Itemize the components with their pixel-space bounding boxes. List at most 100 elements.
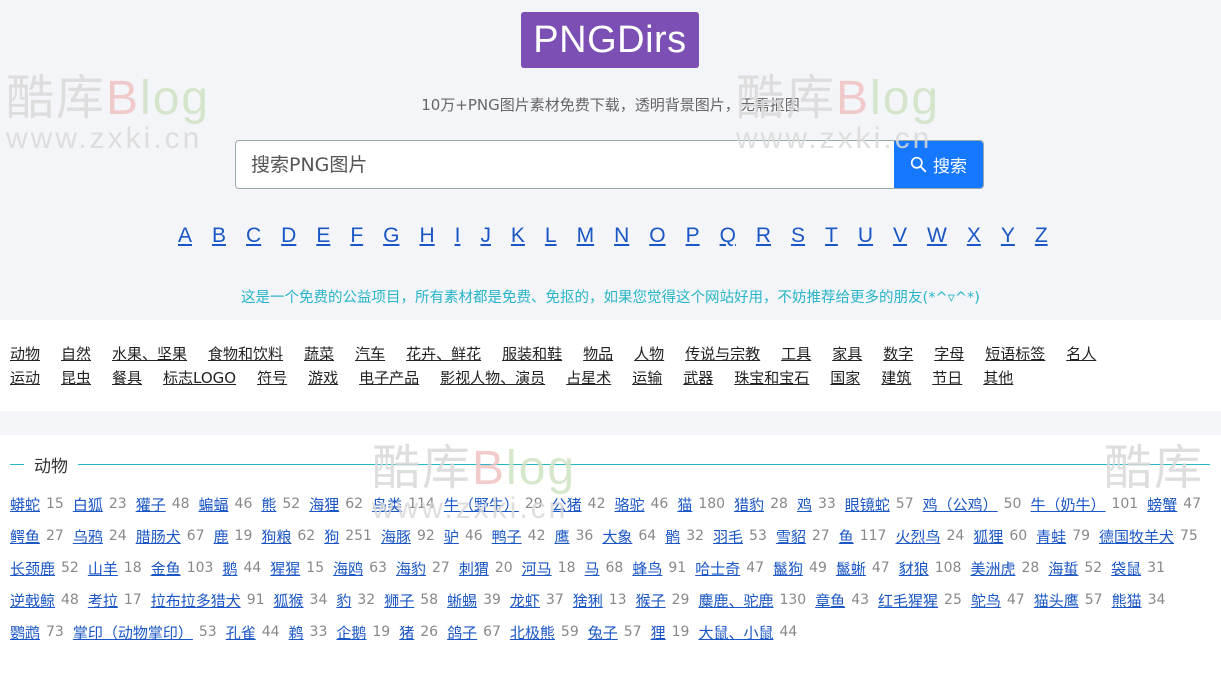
item-link[interactable]: 鸵鸟	[971, 590, 1001, 611]
letter-link-w[interactable]: W	[927, 224, 947, 248]
item-link[interactable]: 蟒蛇	[10, 494, 40, 515]
item-link[interactable]: 猫头鹰	[1034, 590, 1079, 611]
item-link[interactable]: 长颈鹿	[10, 558, 55, 579]
item-link[interactable]: 美洲虎	[970, 558, 1015, 579]
category-link[interactable]: 武器	[683, 366, 713, 390]
letter-link-m[interactable]: M	[577, 224, 595, 248]
item-link[interactable]: 海豹	[396, 558, 426, 579]
item-link[interactable]: 鸽子	[447, 622, 477, 643]
item-link[interactable]: 鸟类	[372, 494, 402, 515]
category-link[interactable]: 传说与宗教	[685, 342, 760, 366]
letter-link-j[interactable]: J	[480, 224, 491, 248]
item-link[interactable]: 海蜇	[1048, 558, 1078, 579]
category-link[interactable]: 电子产品	[359, 366, 419, 390]
item-link[interactable]: 河马	[522, 558, 552, 579]
category-link[interactable]: 汽车	[355, 342, 385, 366]
item-link[interactable]: 大象	[602, 526, 632, 547]
letter-link-b[interactable]: B	[212, 224, 226, 248]
item-link[interactable]: 龙虾	[510, 590, 540, 611]
item-link[interactable]: 拉布拉多猎犬	[151, 590, 241, 611]
item-link[interactable]: 驴	[444, 526, 459, 547]
item-link[interactable]: 豹	[336, 590, 351, 611]
letter-link-a[interactable]: A	[178, 224, 192, 248]
category-link[interactable]: 蔬菜	[304, 342, 334, 366]
item-link[interactable]: 獾子	[136, 494, 166, 515]
item-link[interactable]: 鹦鹉	[10, 622, 40, 643]
category-link[interactable]: 运动	[10, 366, 40, 390]
letter-link-t[interactable]: T	[825, 224, 838, 248]
item-link[interactable]: 猴子	[636, 590, 666, 611]
letter-link-h[interactable]: H	[419, 224, 434, 248]
item-link[interactable]: 考拉	[88, 590, 118, 611]
item-link[interactable]: 马	[585, 558, 600, 579]
item-link[interactable]: 猎豹	[734, 494, 764, 515]
item-link[interactable]: 狗	[324, 526, 339, 547]
item-link[interactable]: 骆驼	[615, 494, 645, 515]
letter-link-i[interactable]: I	[455, 224, 461, 248]
item-link[interactable]: 猪	[399, 622, 414, 643]
letter-link-y[interactable]: Y	[1001, 224, 1015, 248]
item-link[interactable]: 鸡	[797, 494, 812, 515]
search-input[interactable]	[236, 141, 894, 188]
letter-link-u[interactable]: U	[858, 224, 873, 248]
letter-link-n[interactable]: N	[614, 224, 629, 248]
letter-link-k[interactable]: K	[511, 224, 525, 248]
item-link[interactable]: 麋鹿、驼鹿	[698, 590, 773, 611]
item-link[interactable]: 火烈鸟	[895, 526, 940, 547]
item-link[interactable]: 大鼠、小鼠	[698, 622, 773, 643]
item-link[interactable]: 熊猫	[1112, 590, 1142, 611]
item-link[interactable]: 白狐	[73, 494, 103, 515]
category-link[interactable]: 餐具	[112, 366, 142, 390]
category-link[interactable]: 名人	[1066, 342, 1096, 366]
category-link[interactable]: 家具	[832, 342, 862, 366]
category-link[interactable]: 珠宝和宝石	[734, 366, 809, 390]
category-link[interactable]: 影视人物、演员	[440, 366, 545, 390]
item-link[interactable]: 哈士奇	[695, 558, 740, 579]
category-link[interactable]: 水果、坚果	[112, 342, 187, 366]
category-link[interactable]: 标志LOGO	[163, 366, 236, 390]
item-link[interactable]: 海狸	[309, 494, 339, 515]
item-link[interactable]: 海豚	[381, 526, 411, 547]
item-link[interactable]: 山羊	[88, 558, 118, 579]
category-link[interactable]: 服装和鞋	[502, 342, 562, 366]
item-link[interactable]: 狗粮	[261, 526, 291, 547]
item-link[interactable]: 狮子	[384, 590, 414, 611]
letter-link-q[interactable]: Q	[720, 224, 736, 248]
item-link[interactable]: 狸	[651, 622, 666, 643]
item-link[interactable]: 德国牧羊犬	[1099, 526, 1174, 547]
item-link[interactable]: 蜥蜴	[447, 590, 477, 611]
item-link[interactable]: 金鱼	[151, 558, 181, 579]
category-link[interactable]: 短语标签	[985, 342, 1045, 366]
letter-link-g[interactable]: G	[383, 224, 399, 248]
item-link[interactable]: 鹘	[665, 526, 680, 547]
item-link[interactable]: 猩猩	[270, 558, 300, 579]
letter-link-v[interactable]: V	[893, 224, 907, 248]
item-link[interactable]: 鹅	[222, 558, 237, 579]
letter-link-x[interactable]: X	[967, 224, 981, 248]
item-link[interactable]: 雪貂	[776, 526, 806, 547]
item-link[interactable]: 公猪	[552, 494, 582, 515]
item-link[interactable]: 狐狸	[973, 526, 1003, 547]
item-link[interactable]: 鹿	[214, 526, 229, 547]
category-link[interactable]: 其他	[983, 366, 1013, 390]
item-link[interactable]: 鸡（公鸡）	[923, 494, 998, 515]
item-link[interactable]: 鳄鱼	[10, 526, 40, 547]
item-link[interactable]: 羽毛	[713, 526, 743, 547]
item-link[interactable]: 企鹅	[336, 622, 366, 643]
item-link[interactable]: 掌印（动物掌印）	[73, 622, 193, 643]
item-link[interactable]: 北极熊	[510, 622, 555, 643]
item-link[interactable]: 袋鼠	[1111, 558, 1141, 579]
category-link[interactable]: 物品	[583, 342, 613, 366]
letter-link-z[interactable]: Z	[1035, 224, 1048, 248]
letter-link-f[interactable]: F	[350, 224, 363, 248]
letter-link-c[interactable]: C	[246, 224, 261, 248]
category-link[interactable]: 花卉、鲜花	[406, 342, 481, 366]
item-link[interactable]: 鸭子	[492, 526, 522, 547]
letter-link-e[interactable]: E	[316, 224, 330, 248]
item-link[interactable]: 鬣狗	[773, 558, 803, 579]
category-link[interactable]: 数字	[883, 342, 913, 366]
item-link[interactable]: 鱼	[839, 526, 854, 547]
category-link[interactable]: 人物	[634, 342, 664, 366]
item-link[interactable]: 猫	[677, 494, 692, 515]
item-link[interactable]: 螃蟹	[1147, 494, 1177, 515]
